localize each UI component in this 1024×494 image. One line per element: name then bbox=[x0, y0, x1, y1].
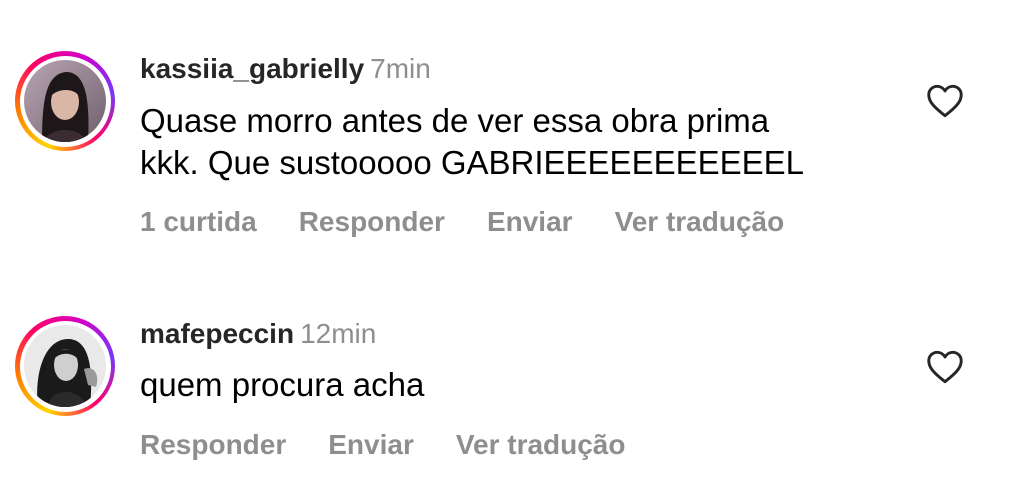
comment-header: mafepeccin 12min bbox=[140, 317, 376, 351]
avatar[interactable] bbox=[24, 60, 106, 142]
translate-button[interactable]: Ver tradução bbox=[456, 429, 626, 460]
comment-text-line: kkk. Que sustooooo GABRIEEEEEEEEEEEL bbox=[140, 144, 804, 181]
timestamp: 7min bbox=[370, 53, 431, 84]
send-button[interactable]: Enviar bbox=[328, 429, 414, 460]
avatar-story-ring[interactable] bbox=[15, 316, 115, 416]
username[interactable]: mafepeccin bbox=[140, 318, 294, 349]
heart-outline-icon[interactable] bbox=[926, 350, 964, 384]
timestamp: 12min bbox=[300, 318, 377, 349]
avatar-story-ring[interactable] bbox=[15, 51, 115, 151]
username[interactable]: kassiia_gabrielly bbox=[140, 53, 364, 84]
heart-outline-icon[interactable] bbox=[926, 84, 964, 118]
comment-item: kassiia_gabrielly 7min Quase morro antes … bbox=[0, 0, 1024, 270]
comment-actions: Responder Enviar Ver tradução bbox=[140, 428, 668, 462]
comment-actions: 1 curtida Responder Enviar Ver tradução bbox=[140, 205, 826, 239]
comment-text-line: quem procura acha bbox=[140, 366, 425, 403]
comment-header: kassiia_gabrielly 7min bbox=[140, 52, 431, 86]
reply-button[interactable]: Responder bbox=[299, 206, 445, 237]
comment-text: Quase morro antes de ver essa obra prima… bbox=[140, 100, 920, 184]
comment-item: mafepeccin 12min quem procura acha Respon… bbox=[0, 300, 1024, 494]
avatar[interactable] bbox=[24, 325, 106, 407]
translate-button[interactable]: Ver tradução bbox=[615, 206, 785, 237]
comment-text-line: Quase morro antes de ver essa obra prima bbox=[140, 102, 770, 139]
comment-text: quem procura acha bbox=[140, 364, 920, 406]
likes-count-link[interactable]: 1 curtida bbox=[140, 206, 257, 237]
reply-button[interactable]: Responder bbox=[140, 429, 286, 460]
send-button[interactable]: Enviar bbox=[487, 206, 573, 237]
